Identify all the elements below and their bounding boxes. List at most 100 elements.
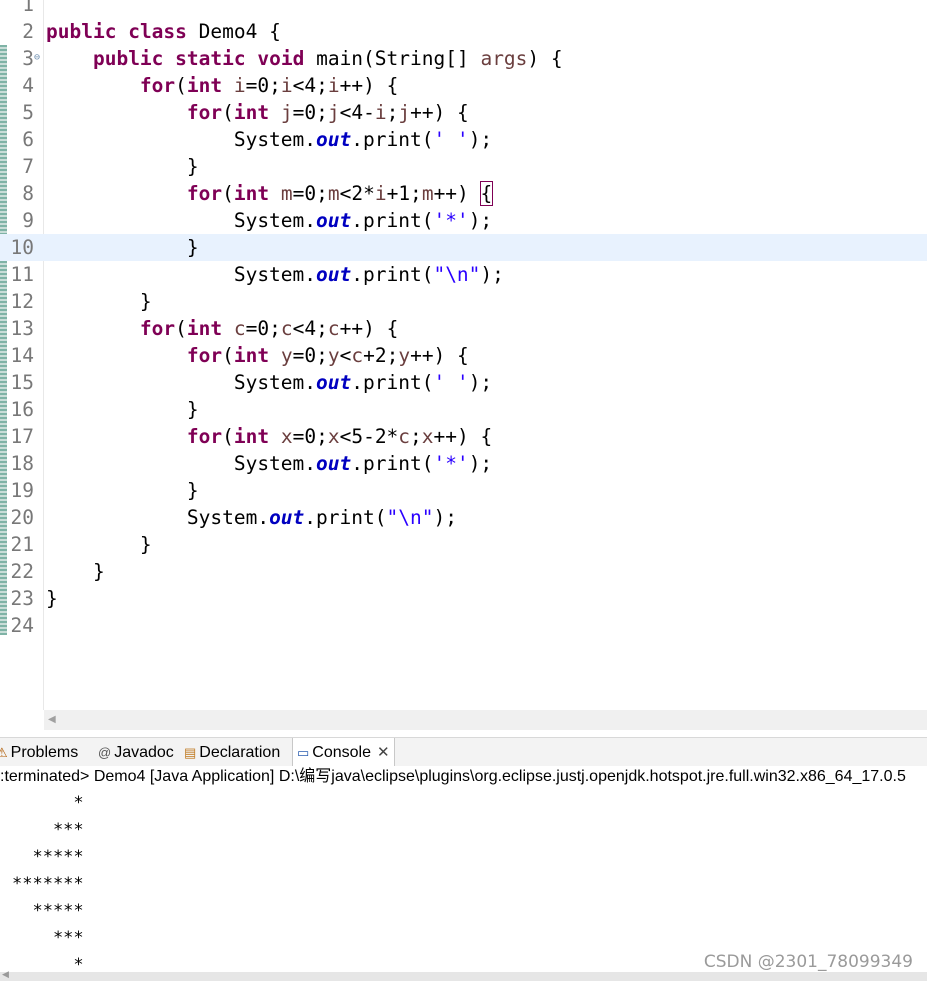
code-line[interactable]: 7 } xyxy=(0,153,927,180)
line-number: 10 xyxy=(10,236,34,259)
line-number: 23 xyxy=(10,587,34,610)
code-line[interactable]: 3 ⊖ public static void main(String[] args… xyxy=(0,45,927,72)
code-text: } xyxy=(46,479,199,502)
code-text: public class Demo4 { xyxy=(46,20,281,43)
view-tab-bar: ⚠ Problems @ Javadoc ▤ Declaration ▭ Console… xyxy=(0,737,927,767)
code-text: System.out.print(' '); xyxy=(46,371,493,394)
console-process-description: :terminated> Demo4 [Java Application] D:… xyxy=(0,766,927,788)
code-text: for(int c=0;c<4;c++) { xyxy=(139,317,399,340)
console-output-line: *** xyxy=(12,928,84,948)
tab-label: Problems xyxy=(10,744,79,761)
code-text: System.out.print("\n"); xyxy=(46,506,457,529)
code-text: } xyxy=(46,290,152,313)
code-line[interactable]: 9 System.out.print('*'); xyxy=(0,207,927,234)
console-output-line: ***** xyxy=(12,901,84,921)
code-text: } xyxy=(46,587,58,610)
declaration-icon: ▤ xyxy=(184,745,197,760)
line-number: 5 xyxy=(22,101,34,124)
code-line[interactable]: 1 xyxy=(0,0,927,18)
code-text: for(int j=0;j<4-i;j++) { xyxy=(186,101,469,124)
code-line[interactable]: 21 } xyxy=(0,531,927,558)
code-text: } xyxy=(46,398,199,421)
line-number: 9 xyxy=(22,209,34,232)
problems-icon: ⚠ xyxy=(0,745,8,760)
code-text: for(int y=0;y<c+2;y++) { xyxy=(186,344,469,367)
line-number: 16 xyxy=(10,398,34,421)
tab-label: Console xyxy=(312,744,371,761)
line-number: 7 xyxy=(22,155,34,178)
code-text: System.out.print('*'); xyxy=(46,452,493,475)
code-text: } xyxy=(46,533,152,556)
code-text: for(int x=0;x<5-2*c;x++) { xyxy=(186,425,493,448)
line-number: 18 xyxy=(10,452,34,475)
line-number: 13 xyxy=(10,317,34,340)
code-text: } xyxy=(46,155,199,178)
code-line[interactable]: 10 } xyxy=(0,234,927,261)
code-line[interactable]: 2 public class Demo4 { xyxy=(0,18,927,45)
code-text: System.out.print(' '); xyxy=(46,128,493,151)
line-number: 2 xyxy=(22,20,34,43)
line-number: 12 xyxy=(10,290,34,313)
javadoc-icon: @ xyxy=(98,745,112,760)
code-line[interactable]: 23} xyxy=(0,585,927,612)
scroll-left-arrow-icon[interactable]: ◀ xyxy=(2,970,9,980)
code-text: for(int i=0;i<4;i++) { xyxy=(139,74,399,97)
line-number: 15 xyxy=(10,371,34,394)
tab-declaration[interactable]: ▤ Declaration xyxy=(184,738,280,767)
close-icon[interactable]: ✕ xyxy=(377,738,390,767)
code-line[interactable]: 15 System.out.print(' '); xyxy=(0,369,927,396)
tab-javadoc[interactable]: @ Javadoc xyxy=(98,738,174,767)
code-editor[interactable]: 1 2 public class Demo4 {3 ⊖ public static v… xyxy=(0,0,927,710)
code-line[interactable]: 13 for(int c=0;c<4;c++) { xyxy=(0,315,927,342)
code-line[interactable]: 14 for(int y=0;y<c+2;y++) { xyxy=(0,342,927,369)
code-text: } xyxy=(46,236,199,259)
code-text: System.out.print('*'); xyxy=(46,209,493,232)
line-number: 4 xyxy=(22,74,34,97)
code-text: public static void main(String[] args) { xyxy=(92,47,563,70)
line-number: 8 xyxy=(22,182,34,205)
code-line[interactable]: 18 System.out.print('*'); xyxy=(0,450,927,477)
console-icon: ▭ xyxy=(297,745,310,760)
code-line[interactable]: 19 } xyxy=(0,477,927,504)
matching-bracket-highlight: { xyxy=(479,181,494,206)
tab-label: Declaration xyxy=(199,744,281,761)
console-output-line: * xyxy=(12,793,84,813)
code-line[interactable]: 6 System.out.print(' '); xyxy=(0,126,927,153)
code-text: } xyxy=(46,560,105,583)
line-number: 20 xyxy=(10,506,34,529)
collapse-icon[interactable]: ⊖ xyxy=(34,44,40,71)
line-number: 21 xyxy=(10,533,34,556)
code-line[interactable]: 8 for(int m=0;m<2*i+1;m++) { xyxy=(0,180,927,207)
line-number: 11 xyxy=(10,263,34,286)
console-output-line: *** xyxy=(12,820,84,840)
watermark: CSDN @2301_78099349 xyxy=(703,952,913,972)
code-line[interactable]: 17 for(int x=0;x<5-2*c;x++) { xyxy=(0,423,927,450)
line-number: 19 xyxy=(10,479,34,502)
code-line[interactable]: 12 } xyxy=(0,288,927,315)
code-line[interactable]: 5 for(int j=0;j<4-i;j++) { xyxy=(0,99,927,126)
console-horizontal-scrollbar[interactable]: ◀ xyxy=(0,970,927,981)
console-output-line: ***** xyxy=(12,847,84,867)
line-number: 14 xyxy=(10,344,34,367)
line-number: 24 xyxy=(10,614,34,637)
line-number: 22 xyxy=(10,560,34,583)
line-number: 17 xyxy=(10,425,34,448)
line-number: 3 xyxy=(22,47,34,70)
tab-console[interactable]: ▭ Console ✕ xyxy=(292,738,395,767)
code-line[interactable]: 4 for(int i=0;i<4;i++) { xyxy=(0,72,927,99)
code-line[interactable]: 22 } xyxy=(0,558,927,585)
console-output-line: ******* xyxy=(12,874,84,894)
code-text: for(int m=0;m<2*i+1;m++) { xyxy=(186,181,494,206)
horizontal-scrollbar[interactable]: ◀ xyxy=(44,710,927,730)
code-line[interactable]: 11 System.out.print("\n"); xyxy=(0,261,927,288)
tab-problems[interactable]: ⚠ Problems xyxy=(0,738,78,767)
code-line[interactable]: 20 System.out.print("\n"); xyxy=(0,504,927,531)
code-line[interactable]: 16 } xyxy=(0,396,927,423)
code-text: System.out.print("\n"); xyxy=(46,263,504,286)
line-number: 1 xyxy=(22,0,34,16)
code-line[interactable]: 24 xyxy=(0,612,927,639)
line-number: 6 xyxy=(22,128,34,151)
console-output[interactable]: * *** ***** ******* ***** *** * xyxy=(0,790,927,975)
scroll-left-arrow-icon[interactable]: ◀ xyxy=(48,714,56,725)
tab-label: Javadoc xyxy=(114,744,174,761)
